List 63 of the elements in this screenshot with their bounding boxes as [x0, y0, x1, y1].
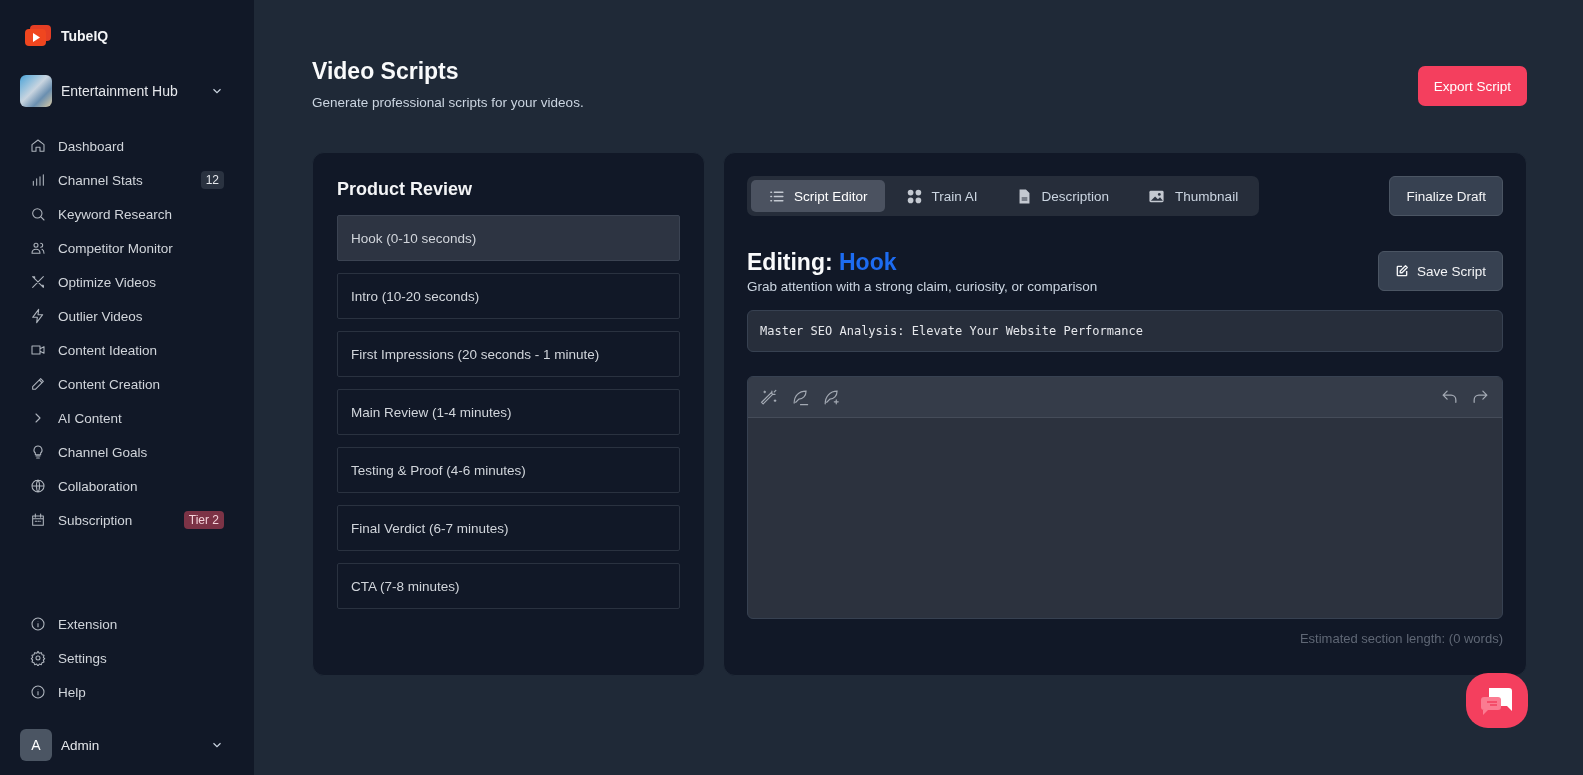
nav-item[interactable]: Competitor Monitor	[20, 231, 234, 265]
channel-switcher[interactable]: Entertainment Hub	[20, 75, 234, 107]
calendar-icon	[30, 512, 46, 528]
finalize-draft-button[interactable]: Finalize Draft	[1389, 176, 1503, 216]
section-hint: Grab attention with a strong claim, curiosity, or comparison	[747, 279, 1098, 294]
nav-item[interactable]: Dashboard	[20, 129, 234, 163]
section-item[interactable]: Testing & Proof (4-6 minutes)	[337, 447, 680, 493]
count-badge: 12	[200, 171, 224, 189]
nav-item[interactable]: Help	[20, 675, 234, 709]
tab[interactable]: Description	[998, 180, 1127, 212]
grid-icon	[905, 187, 923, 205]
section-item[interactable]: First Impressions (20 seconds - 1 minute)	[337, 331, 680, 377]
nav-item[interactable]: Subscription Tier 2	[20, 503, 234, 537]
nav-item[interactable]: Channel Goals	[20, 435, 234, 469]
users-icon	[30, 240, 46, 256]
save-script-button[interactable]: Save Script	[1377, 251, 1503, 291]
avatar: A	[20, 729, 52, 761]
user-menu[interactable]: A Admin	[20, 729, 234, 761]
export-button[interactable]: Export Script	[1417, 66, 1527, 106]
video-camera-icon	[30, 342, 46, 358]
section-item[interactable]: Hook (0-10 seconds)	[337, 215, 680, 261]
nav-item[interactable]: Channel Stats 12	[20, 163, 234, 197]
tab[interactable]: Train AI	[888, 180, 995, 212]
chat-bubbles-icon	[1479, 685, 1515, 716]
pencil-icon	[30, 376, 46, 392]
brand-name: TubeIQ	[61, 28, 109, 44]
home-icon	[30, 138, 46, 154]
nav-item[interactable]: Content Creation	[20, 367, 234, 401]
template-title: Product Review	[337, 179, 474, 200]
nav-item[interactable]: Content Ideation	[20, 333, 234, 367]
search-icon	[30, 206, 46, 222]
page-subtitle: Generate professional scripts for your videos.	[312, 95, 584, 110]
bar-chart-icon	[30, 172, 46, 188]
tier-badge: Tier 2	[183, 511, 224, 529]
magic-wand-icon[interactable]	[760, 387, 779, 407]
nav-item[interactable]: Settings	[20, 641, 234, 675]
play-logo-icon	[25, 25, 51, 47]
tools-icon	[30, 274, 46, 290]
info-icon	[30, 684, 46, 700]
script-title-field[interactable]: Master SEO Analysis: Elevate Your Website Performance	[747, 310, 1503, 352]
nav-item[interactable]: Keyword Research	[20, 197, 234, 231]
section-item[interactable]: Final Verdict (6-7 minutes)	[337, 505, 680, 551]
edit-icon	[1394, 264, 1409, 278]
nav-item[interactable]: AI Content	[20, 401, 234, 435]
globe-icon	[30, 478, 46, 494]
section-item[interactable]: CTA (7-8 minutes)	[337, 563, 680, 609]
word-count: Estimated section length: (0 words)	[1298, 631, 1503, 646]
info-icon	[30, 616, 46, 632]
nav-item[interactable]: Outlier Videos	[20, 299, 234, 333]
lightning-icon	[30, 308, 46, 324]
section-item[interactable]: Intro (10-20 seconds)	[337, 273, 680, 319]
channel-thumbnail	[20, 75, 52, 107]
tab[interactable]: Script Editor	[751, 180, 885, 212]
nav-item[interactable]: Collaboration	[20, 469, 234, 503]
section-item[interactable]: Main Review (1-4 minutes)	[337, 389, 680, 435]
lightbulb-icon	[30, 444, 46, 460]
tab[interactable]: Thumbnail	[1130, 180, 1256, 212]
nav-item[interactable]: Optimize Videos	[20, 265, 234, 299]
settings-icon	[30, 650, 46, 666]
nav-item[interactable]: Extension	[20, 607, 234, 641]
chat-button[interactable]	[1466, 673, 1528, 728]
page-title: Video Scripts	[312, 58, 460, 85]
editing-heading: Editing: Hook	[747, 249, 898, 276]
